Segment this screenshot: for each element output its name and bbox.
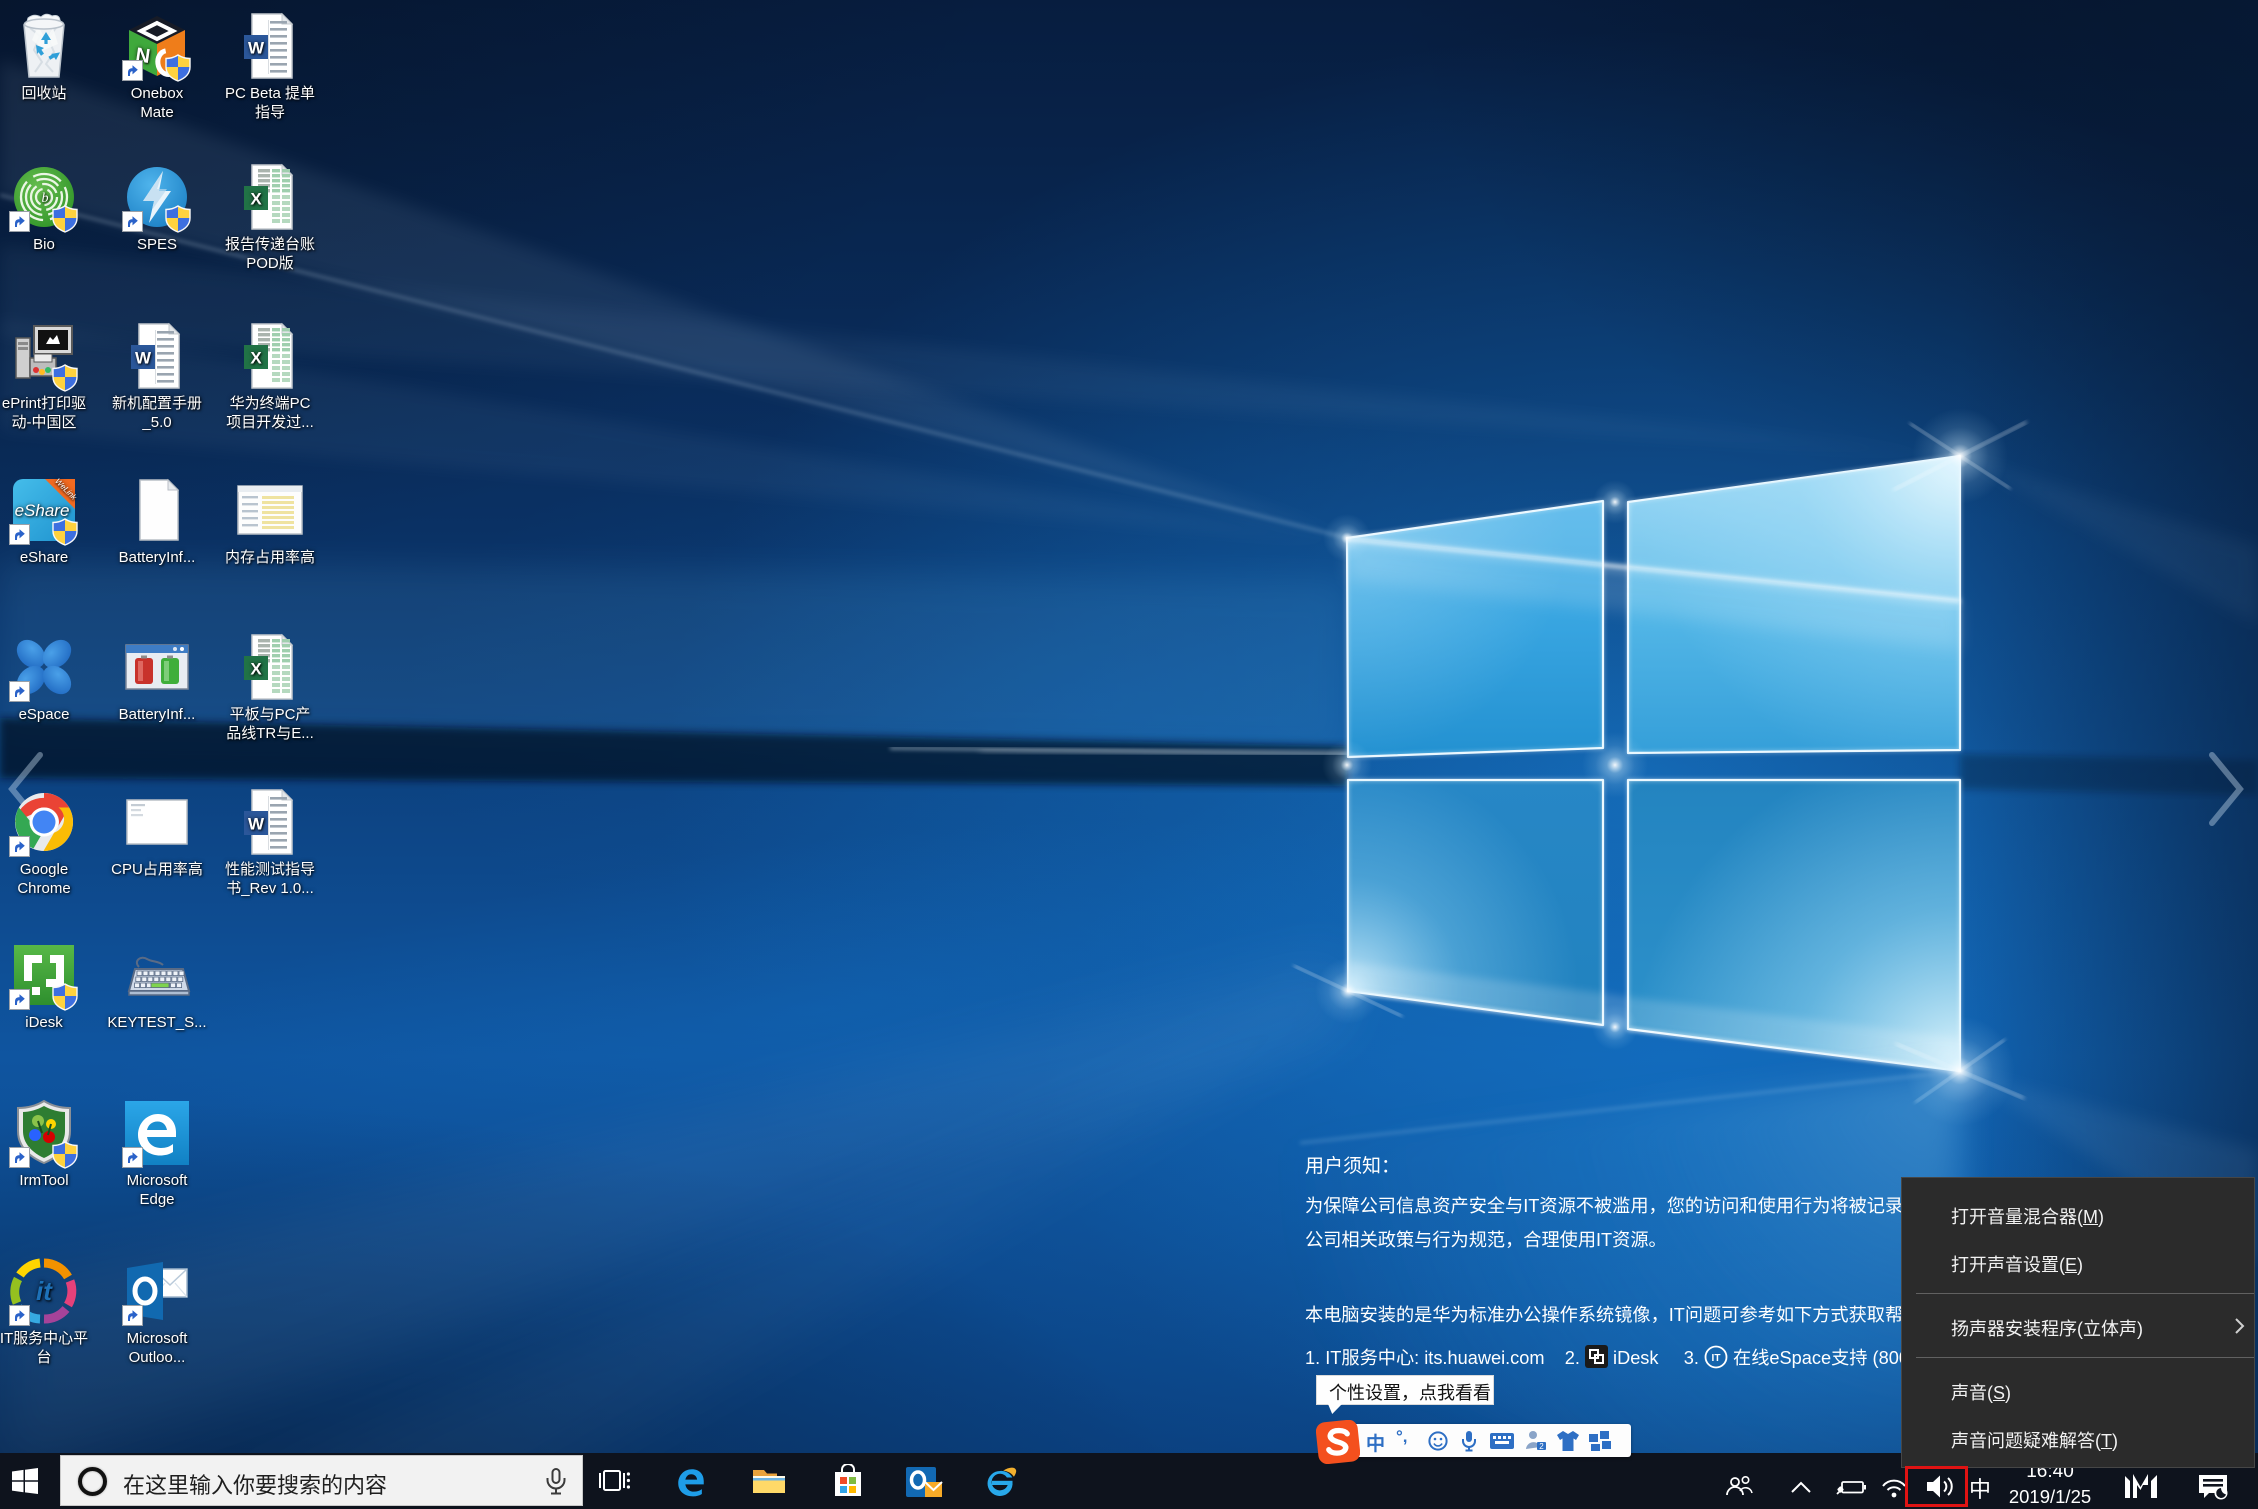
svg-text:b: b [42,191,49,206]
svg-text:W: W [248,39,265,58]
svg-text:X: X [250,660,262,679]
svg-text:X: X [250,190,262,209]
svg-text:IT: IT [1712,1353,1721,1364]
svg-text:2: 2 [1539,1442,1544,1451]
svg-text:X: X [250,349,262,368]
svg-text:W: W [135,349,152,368]
svg-text:it: it [36,1276,53,1306]
svg-text:W: W [248,815,265,834]
